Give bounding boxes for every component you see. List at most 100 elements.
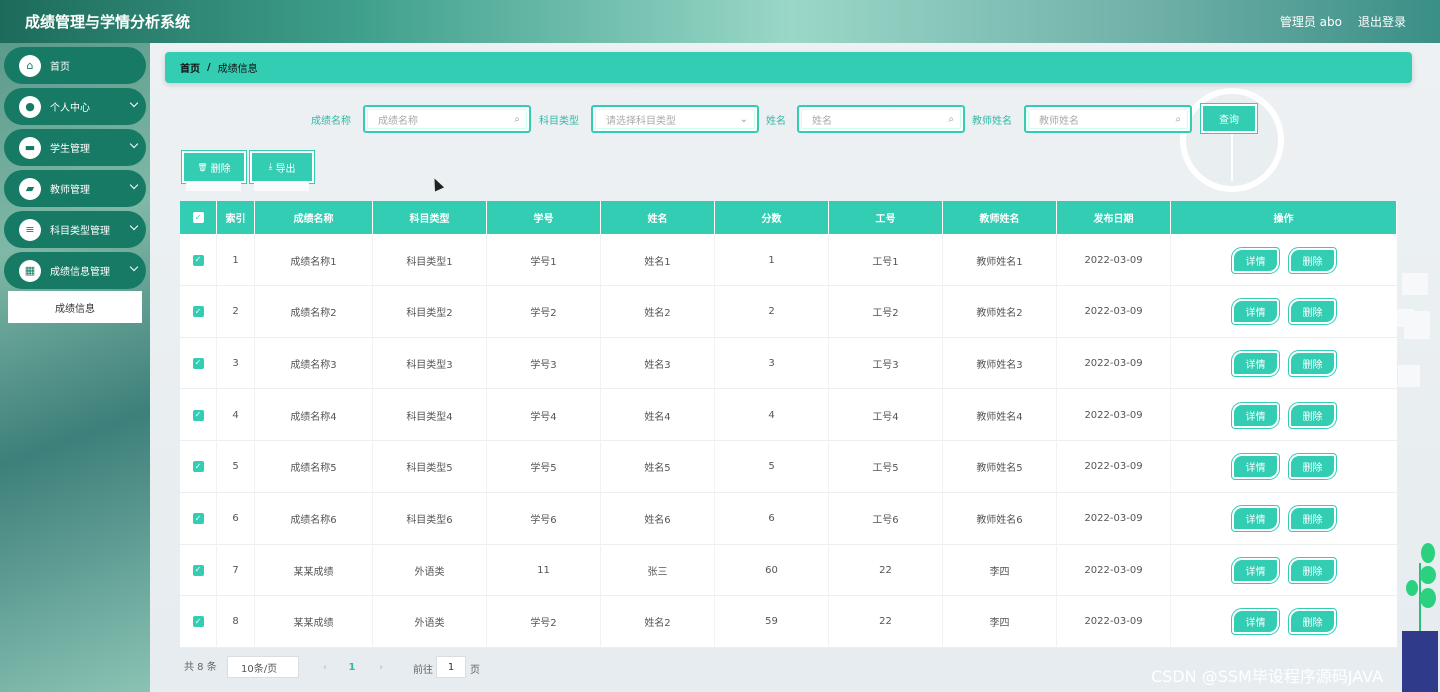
- table-cell: 22: [829, 595, 943, 648]
- squares-decoration: [1394, 273, 1440, 393]
- sidebar-subitem-score-info[interactable]: 成绩信息: [8, 291, 142, 323]
- detail-button[interactable]: 详情: [1231, 246, 1280, 274]
- table-cell: 6: [217, 492, 255, 545]
- score-name-placeholder: 成绩名称: [378, 115, 418, 127]
- table-cell: 教师姓名2: [943, 285, 1057, 338]
- row-select-cell: ✓: [180, 595, 217, 648]
- delete-button[interactable]: 删除: [1288, 608, 1337, 636]
- table-cell: 姓名2: [601, 595, 715, 648]
- operations-cell: 详情 删除: [1171, 544, 1397, 596]
- export-button[interactable]: ⤓ 导出: [249, 150, 315, 184]
- table-cell: 学号3: [487, 337, 601, 390]
- table-cell: 工号1: [829, 234, 943, 286]
- sidebar-item-score-info-management[interactable]: ▦ 成绩信息管理: [4, 252, 146, 289]
- table-cell: 学号2: [487, 595, 601, 648]
- table-cell: 2022-03-09: [1057, 285, 1171, 338]
- chevron-down-icon: [129, 221, 139, 231]
- select-all-checkbox[interactable]: ✓: [192, 212, 204, 223]
- table-row: ✓ 6 成绩名称6 科目类型6 学号6 姓名6 6 工号6 教师姓名6 2022-03-09 详情删…: [180, 492, 1397, 545]
- query-button[interactable]: 查询: [1200, 103, 1258, 134]
- detail-button[interactable]: 详情: [1231, 608, 1280, 636]
- user-icon: ●: [19, 95, 41, 118]
- subject-type-select[interactable]: 请选择科目类型 ⌄: [591, 105, 759, 133]
- wallet-icon: ▰: [19, 177, 41, 200]
- search-icon: ⌕: [948, 114, 954, 125]
- search-icon: ⌕: [1175, 114, 1181, 125]
- table-cell: 2022-03-09: [1057, 595, 1171, 648]
- next-page-icon[interactable]: ›: [372, 656, 390, 678]
- detail-button[interactable]: 详情: [1231, 298, 1280, 326]
- score-name-input[interactable]: 成绩名称 ⌕: [363, 105, 531, 133]
- delete-button[interactable]: 删除: [1288, 453, 1337, 481]
- batch-delete-label: 删除: [210, 163, 231, 175]
- detail-button[interactable]: 详情: [1231, 453, 1280, 481]
- detail-button[interactable]: 详情: [1231, 349, 1280, 377]
- sidebar-item-teacher-management[interactable]: ▰ 教师管理: [4, 170, 146, 207]
- teacher-name-input[interactable]: 教师姓名 ⌕: [1024, 105, 1192, 133]
- sidebar-item-label: 成绩信息管理: [50, 267, 110, 278]
- table-cell: 学号1: [487, 234, 601, 286]
- delete-button[interactable]: 删除: [1288, 349, 1337, 377]
- table-cell: 某某成绩: [255, 595, 373, 648]
- delete-button[interactable]: 删除: [1288, 401, 1337, 429]
- teacher-name-placeholder: 教师姓名: [1039, 115, 1079, 127]
- table-cell: 成绩名称1: [255, 234, 373, 286]
- table-cell: 5: [715, 440, 829, 493]
- table-cell: 4: [217, 389, 255, 442]
- table-cell: 姓名4: [601, 389, 715, 442]
- sidebar-item-personal-center[interactable]: ● 个人中心: [4, 88, 146, 125]
- row-checkbox[interactable]: ✓: [192, 564, 204, 576]
- page-size-select[interactable]: 10条/页: [227, 656, 299, 678]
- table-cell: 2022-03-09: [1057, 234, 1171, 286]
- table-row: ✓ 7 某某成绩 外语类 11 张三 60 22 李四 2022-03-09 详情 删除: [180, 544, 1397, 597]
- row-checkbox[interactable]: ✓: [192, 357, 204, 369]
- batch-delete-button[interactable]: 🗑 删除: [181, 150, 247, 184]
- operations-cell: 详情 删除: [1171, 493, 1397, 545]
- delete-button[interactable]: 删除: [1288, 556, 1337, 584]
- table-cell: 7: [217, 544, 255, 597]
- name-label: 姓名: [766, 116, 786, 127]
- operations-cell: 详情 删除: [1171, 389, 1397, 441]
- current-page[interactable]: 1: [341, 656, 363, 678]
- detail-button[interactable]: 详情: [1231, 556, 1280, 584]
- table-cell: 成绩名称4: [255, 389, 373, 442]
- table-cell: 2022-03-09: [1057, 337, 1171, 390]
- breadcrumb-home[interactable]: 首页: [180, 60, 200, 75]
- table-cell: 李四: [943, 595, 1057, 648]
- detail-button[interactable]: 详情: [1231, 401, 1280, 429]
- user-name[interactable]: 管理员 abo: [1280, 13, 1342, 30]
- breadcrumb-current: 成绩信息: [217, 64, 258, 75]
- prev-page-icon[interactable]: ‹: [316, 656, 334, 678]
- sidebar-item-student-management[interactable]: ▬ 学生管理: [4, 129, 146, 166]
- sidebar-item-home[interactable]: ⌂ 首页: [4, 47, 146, 84]
- row-checkbox[interactable]: ✓: [192, 254, 204, 266]
- delete-button[interactable]: 删除: [1288, 505, 1337, 532]
- table-cell: 姓名3: [601, 337, 715, 390]
- row-checkbox[interactable]: ✓: [192, 461, 204, 473]
- column-header: 教师姓名: [943, 201, 1057, 234]
- goto-page-input[interactable]: 1: [436, 656, 466, 678]
- breadcrumb: 首页 / 成绩信息: [165, 52, 1412, 83]
- chevron-down-icon: [129, 139, 139, 149]
- delete-button[interactable]: 删除: [1288, 298, 1337, 326]
- column-header: 姓名: [601, 201, 715, 234]
- name-input[interactable]: 姓名 ⌕: [797, 105, 965, 133]
- detail-button[interactable]: 详情: [1231, 505, 1280, 532]
- sidebar-item-subject-type-management[interactable]: ≡ 科目类型管理: [4, 211, 146, 248]
- table-cell: 学号4: [487, 389, 601, 442]
- logout-link[interactable]: 退出登录: [1358, 13, 1406, 30]
- row-checkbox[interactable]: ✓: [192, 306, 204, 318]
- row-checkbox[interactable]: ✓: [192, 409, 204, 421]
- row-checkbox[interactable]: ✓: [192, 513, 204, 524]
- table-cell: 外语类: [373, 544, 487, 597]
- delete-button[interactable]: 删除: [1288, 246, 1337, 274]
- table-cell: 2022-03-09: [1057, 492, 1171, 545]
- plant-decoration: [1402, 543, 1438, 692]
- table-cell: 6: [715, 492, 829, 545]
- briefcase-icon: ▬: [19, 136, 41, 159]
- table-cell: 成绩名称5: [255, 440, 373, 493]
- table-cell: 60: [715, 544, 829, 597]
- operations-cell: 详情 删除: [1171, 234, 1397, 286]
- row-checkbox[interactable]: ✓: [192, 616, 204, 628]
- table-cell: 工号3: [829, 337, 943, 390]
